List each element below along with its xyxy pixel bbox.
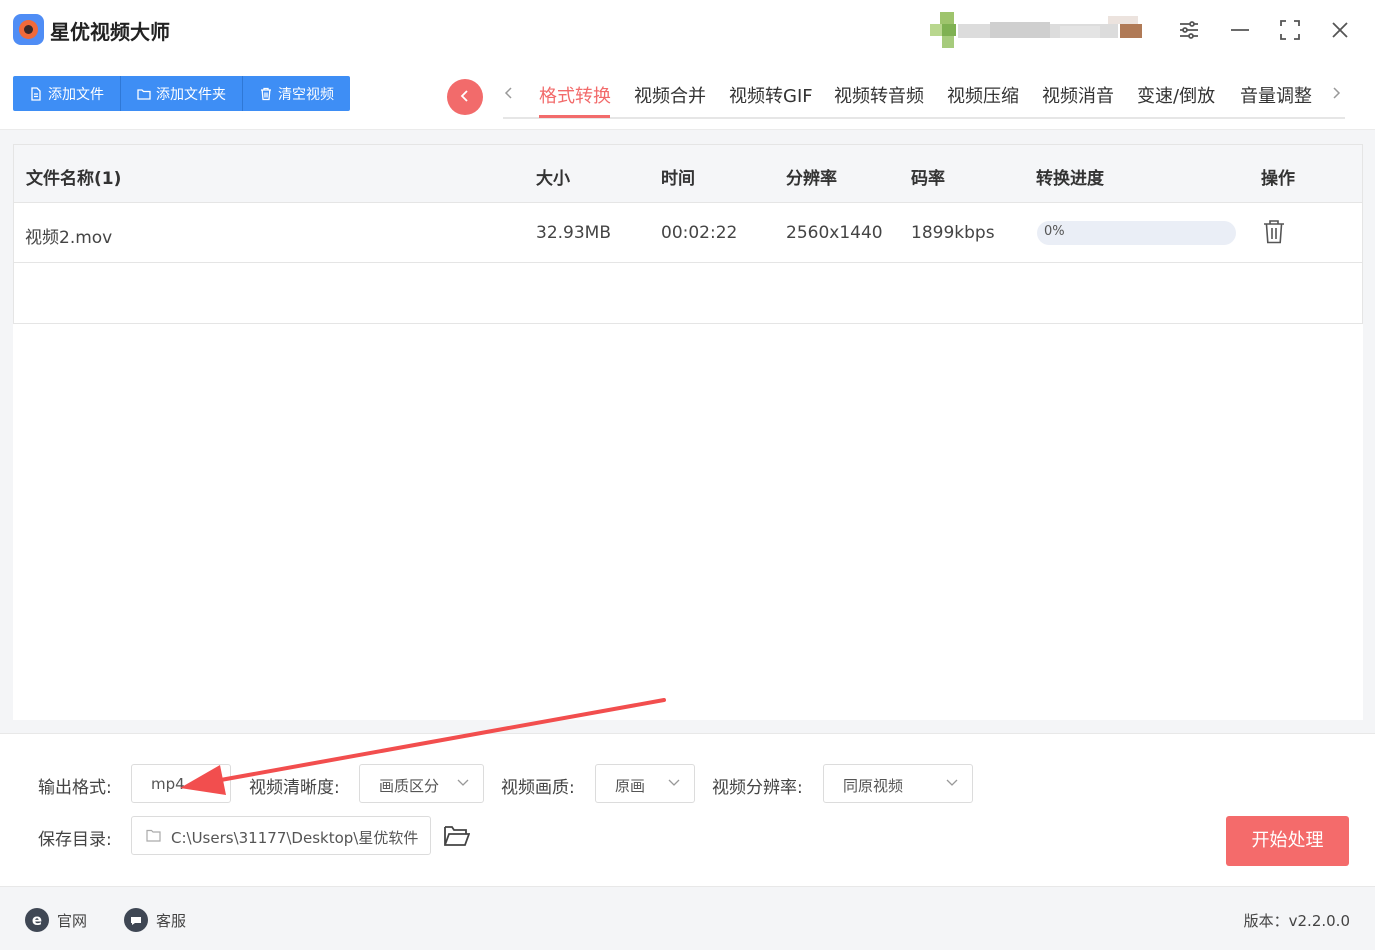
file-icon [31,86,41,101]
user-avatar-blurred[interactable] [930,12,1154,48]
maximize-icon[interactable] [1277,16,1303,44]
quality-select[interactable]: 原画 [595,764,695,803]
start-process-button[interactable]: 开始处理 [1226,816,1349,866]
header-duration: 时间 [661,169,695,189]
quality-value: 原画 [615,777,646,795]
active-tab-indicator [539,115,610,118]
minimize-icon[interactable] [1227,16,1253,44]
output-format-label: 输出格式: [38,778,112,798]
tab-video-merge[interactable]: 视频合并 [634,82,706,108]
tab-video-to-gif[interactable]: 视频转GIF [729,82,813,108]
tabs-scroll-right[interactable] [1330,82,1342,106]
cell-bitrate: 1899kbps [911,223,995,243]
header-progress: 转换进度 [1036,169,1104,189]
tab-video-compress[interactable]: 视频压缩 [947,82,1019,108]
add-folder-button[interactable]: 添加文件夹 [121,76,243,111]
close-icon[interactable] [1327,16,1353,44]
chevron-left-icon [460,90,468,102]
file-button-group: 添加文件 添加文件夹 清空视频 [13,76,350,111]
header-bitrate: 码率 [911,169,945,189]
resolution-value: 同原视频 [843,777,904,795]
save-dir-value: C:\Users\31177\Desktop\星优软件 [171,829,419,847]
quality-label: 视频画质: [501,778,575,798]
save-dir-input[interactable]: C:\Users\31177\Desktop\星优软件 [131,816,431,855]
title-bar: 星优视频大师 [0,0,1375,62]
website-label: 官网 [57,911,88,930]
ie-icon: e [25,908,49,932]
chevron-down-icon [668,779,680,786]
tab-format-convert[interactable]: 格式转换 [539,82,611,108]
progress-label: 0% [1044,224,1065,239]
settings-sliders-icon[interactable] [1176,16,1202,44]
clear-videos-label: 清空视频 [278,86,334,103]
folder-icon [137,88,151,100]
table-row[interactable]: 视频2.mov 32.93MB 00:02:22 2560x1440 1899k… [13,203,1363,263]
tab-video-mute[interactable]: 视频消音 [1042,82,1114,108]
progress-bar: 0% [1037,221,1236,245]
clarity-select[interactable]: 画质区分 [359,764,484,803]
add-file-button[interactable]: 添加文件 [13,76,121,111]
add-folder-label: 添加文件夹 [156,86,226,103]
status-bar: e 官网 客服 版本：v2.2.0.0 [0,887,1375,950]
customer-service-link[interactable]: 客服 [124,908,186,932]
chat-icon [124,908,148,932]
header-filename: 文件名称(1) [26,169,122,189]
chevron-right-icon [1333,87,1341,99]
output-settings-panel: 输出格式: mp4 视频清晰度: 画质区分 视频画质: 原画 视频分辨率: 同原… [0,733,1375,887]
chevron-down-icon [946,779,958,786]
output-format-select[interactable]: mp4 [131,764,231,803]
toolbar: 添加文件 添加文件夹 清空视频 格式转换 视频合并 视频转GIF 视频转音频 视… [0,62,1375,130]
output-format-value: mp4 [151,775,185,793]
app-title: 星优视频大师 [50,20,170,44]
table-header: 文件名称(1) 大小 时间 分辨率 码率 转换进度 操作 [13,144,1363,203]
resolution-label: 视频分辨率: [712,778,803,798]
folder-icon [146,829,161,842]
customer-service-label: 客服 [156,911,187,930]
version-label: 版本：v2.2.0.0 [1243,912,1350,930]
trash-icon [261,87,271,100]
save-dir-label: 保存目录: [38,830,112,850]
tab-volume-adjust[interactable]: 音量调整 [1240,82,1312,108]
chevron-down-icon [457,779,469,786]
header-size: 大小 [536,169,570,189]
clarity-label: 视频清晰度: [249,778,340,798]
cell-resolution: 2560x1440 [786,223,883,243]
cell-filename: 视频2.mov [25,228,113,248]
tab-speed-reverse[interactable]: 变速/倒放 [1137,82,1215,108]
collapse-button[interactable] [447,79,483,115]
website-link[interactable]: e 官网 [25,908,87,932]
file-table: 文件名称(1) 大小 时间 分辨率 码率 转换进度 操作 视频2.mov 32.… [13,144,1363,720]
feature-tabs: 格式转换 视频合并 视频转GIF 视频转音频 视频压缩 视频消音 变速/倒放 音… [503,62,1345,119]
add-file-label: 添加文件 [48,86,104,103]
table-empty-row [13,263,1363,324]
trash-icon[interactable] [1262,219,1286,245]
tab-video-to-audio[interactable]: 视频转音频 [834,82,924,108]
header-actions: 操作 [1261,169,1295,189]
cell-duration: 00:02:22 [661,223,738,243]
cell-size: 32.93MB [536,223,611,243]
open-folder-icon[interactable] [443,824,470,848]
clear-videos-button[interactable]: 清空视频 [243,76,350,111]
header-resolution: 分辨率 [786,169,837,189]
logo-icon [13,14,44,45]
resolution-select[interactable]: 同原视频 [823,764,973,803]
clarity-value: 画质区分 [379,777,440,795]
